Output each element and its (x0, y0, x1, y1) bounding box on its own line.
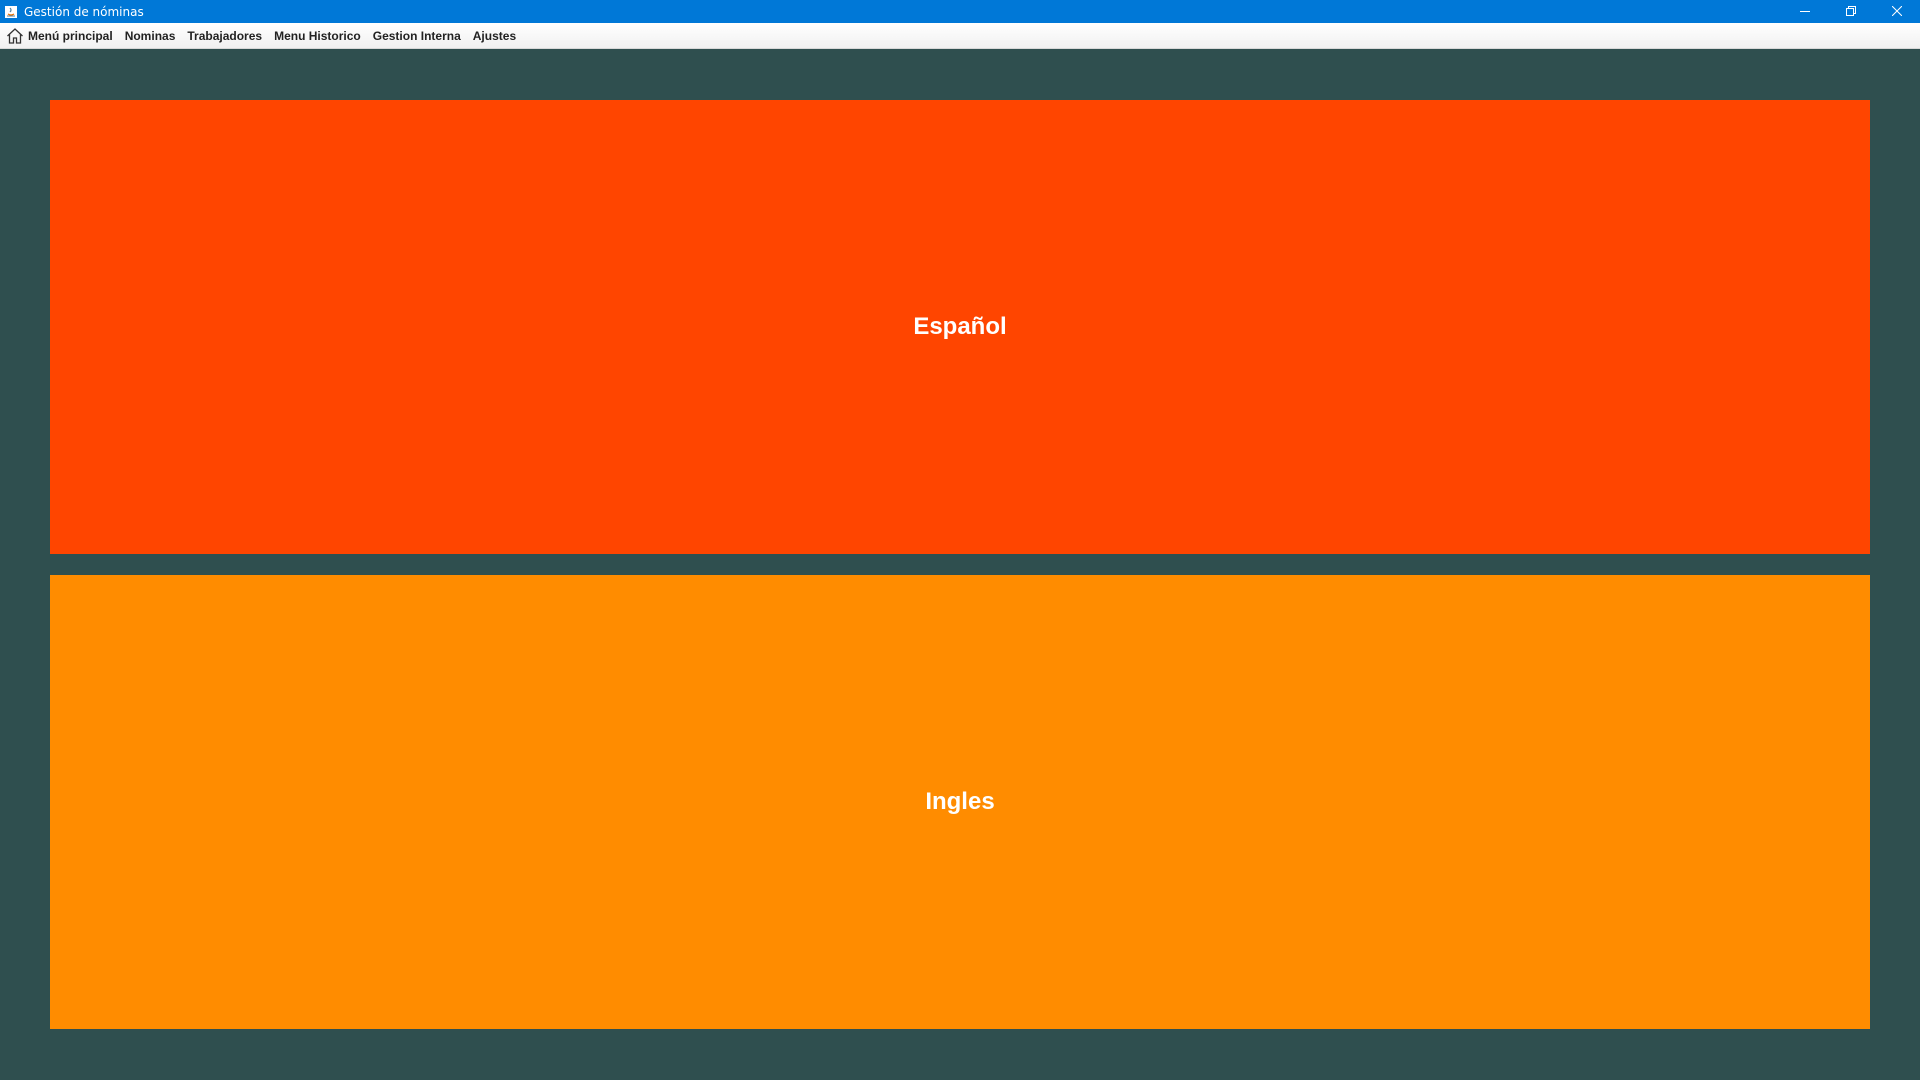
spanish-language-label: Español (913, 313, 1007, 340)
menu-item-menu-historico[interactable]: Menu Historico (268, 23, 367, 49)
menu-item-label: Gestion Interna (372, 28, 461, 43)
close-button[interactable] (1874, 0, 1920, 23)
window-title: Gestión de nóminas (24, 4, 144, 19)
english-language-button[interactable]: Ingles (50, 575, 1870, 1029)
minimize-icon (1800, 3, 1810, 21)
restore-button[interactable] (1828, 0, 1874, 23)
menu-item-label: Nominas (124, 28, 176, 43)
window-controls (1782, 0, 1920, 23)
home-icon (6, 27, 24, 45)
english-language-label: Ingles (925, 788, 995, 815)
menu-item-label: Trabajadores (187, 28, 263, 43)
menu-item-ajustes[interactable]: Ajustes (467, 23, 522, 49)
menu-item-label: Ajustes (472, 28, 517, 43)
restore-icon (1846, 3, 1856, 21)
app-window: Gestión de nóminas Menú principal Nomina… (0, 0, 1920, 1080)
menu-bar: Menú principal Nominas Trabajadores Menu… (0, 23, 1920, 49)
menu-item-gestion-interna[interactable]: Gestion Interna (367, 23, 467, 49)
java-app-icon (3, 4, 19, 20)
menu-item-label: Menu Historico (274, 28, 361, 43)
menu-item-menu-principal[interactable]: Menú principal (0, 23, 119, 49)
menu-item-nominas[interactable]: Nominas (119, 23, 182, 49)
close-icon (1891, 3, 1903, 21)
minimize-button[interactable] (1782, 0, 1828, 23)
title-bar[interactable]: Gestión de nóminas (0, 0, 1920, 23)
menu-item-label: Menú principal (28, 28, 113, 43)
menu-item-trabajadores[interactable]: Trabajadores (181, 23, 268, 49)
spanish-language-button[interactable]: Español (50, 100, 1870, 554)
